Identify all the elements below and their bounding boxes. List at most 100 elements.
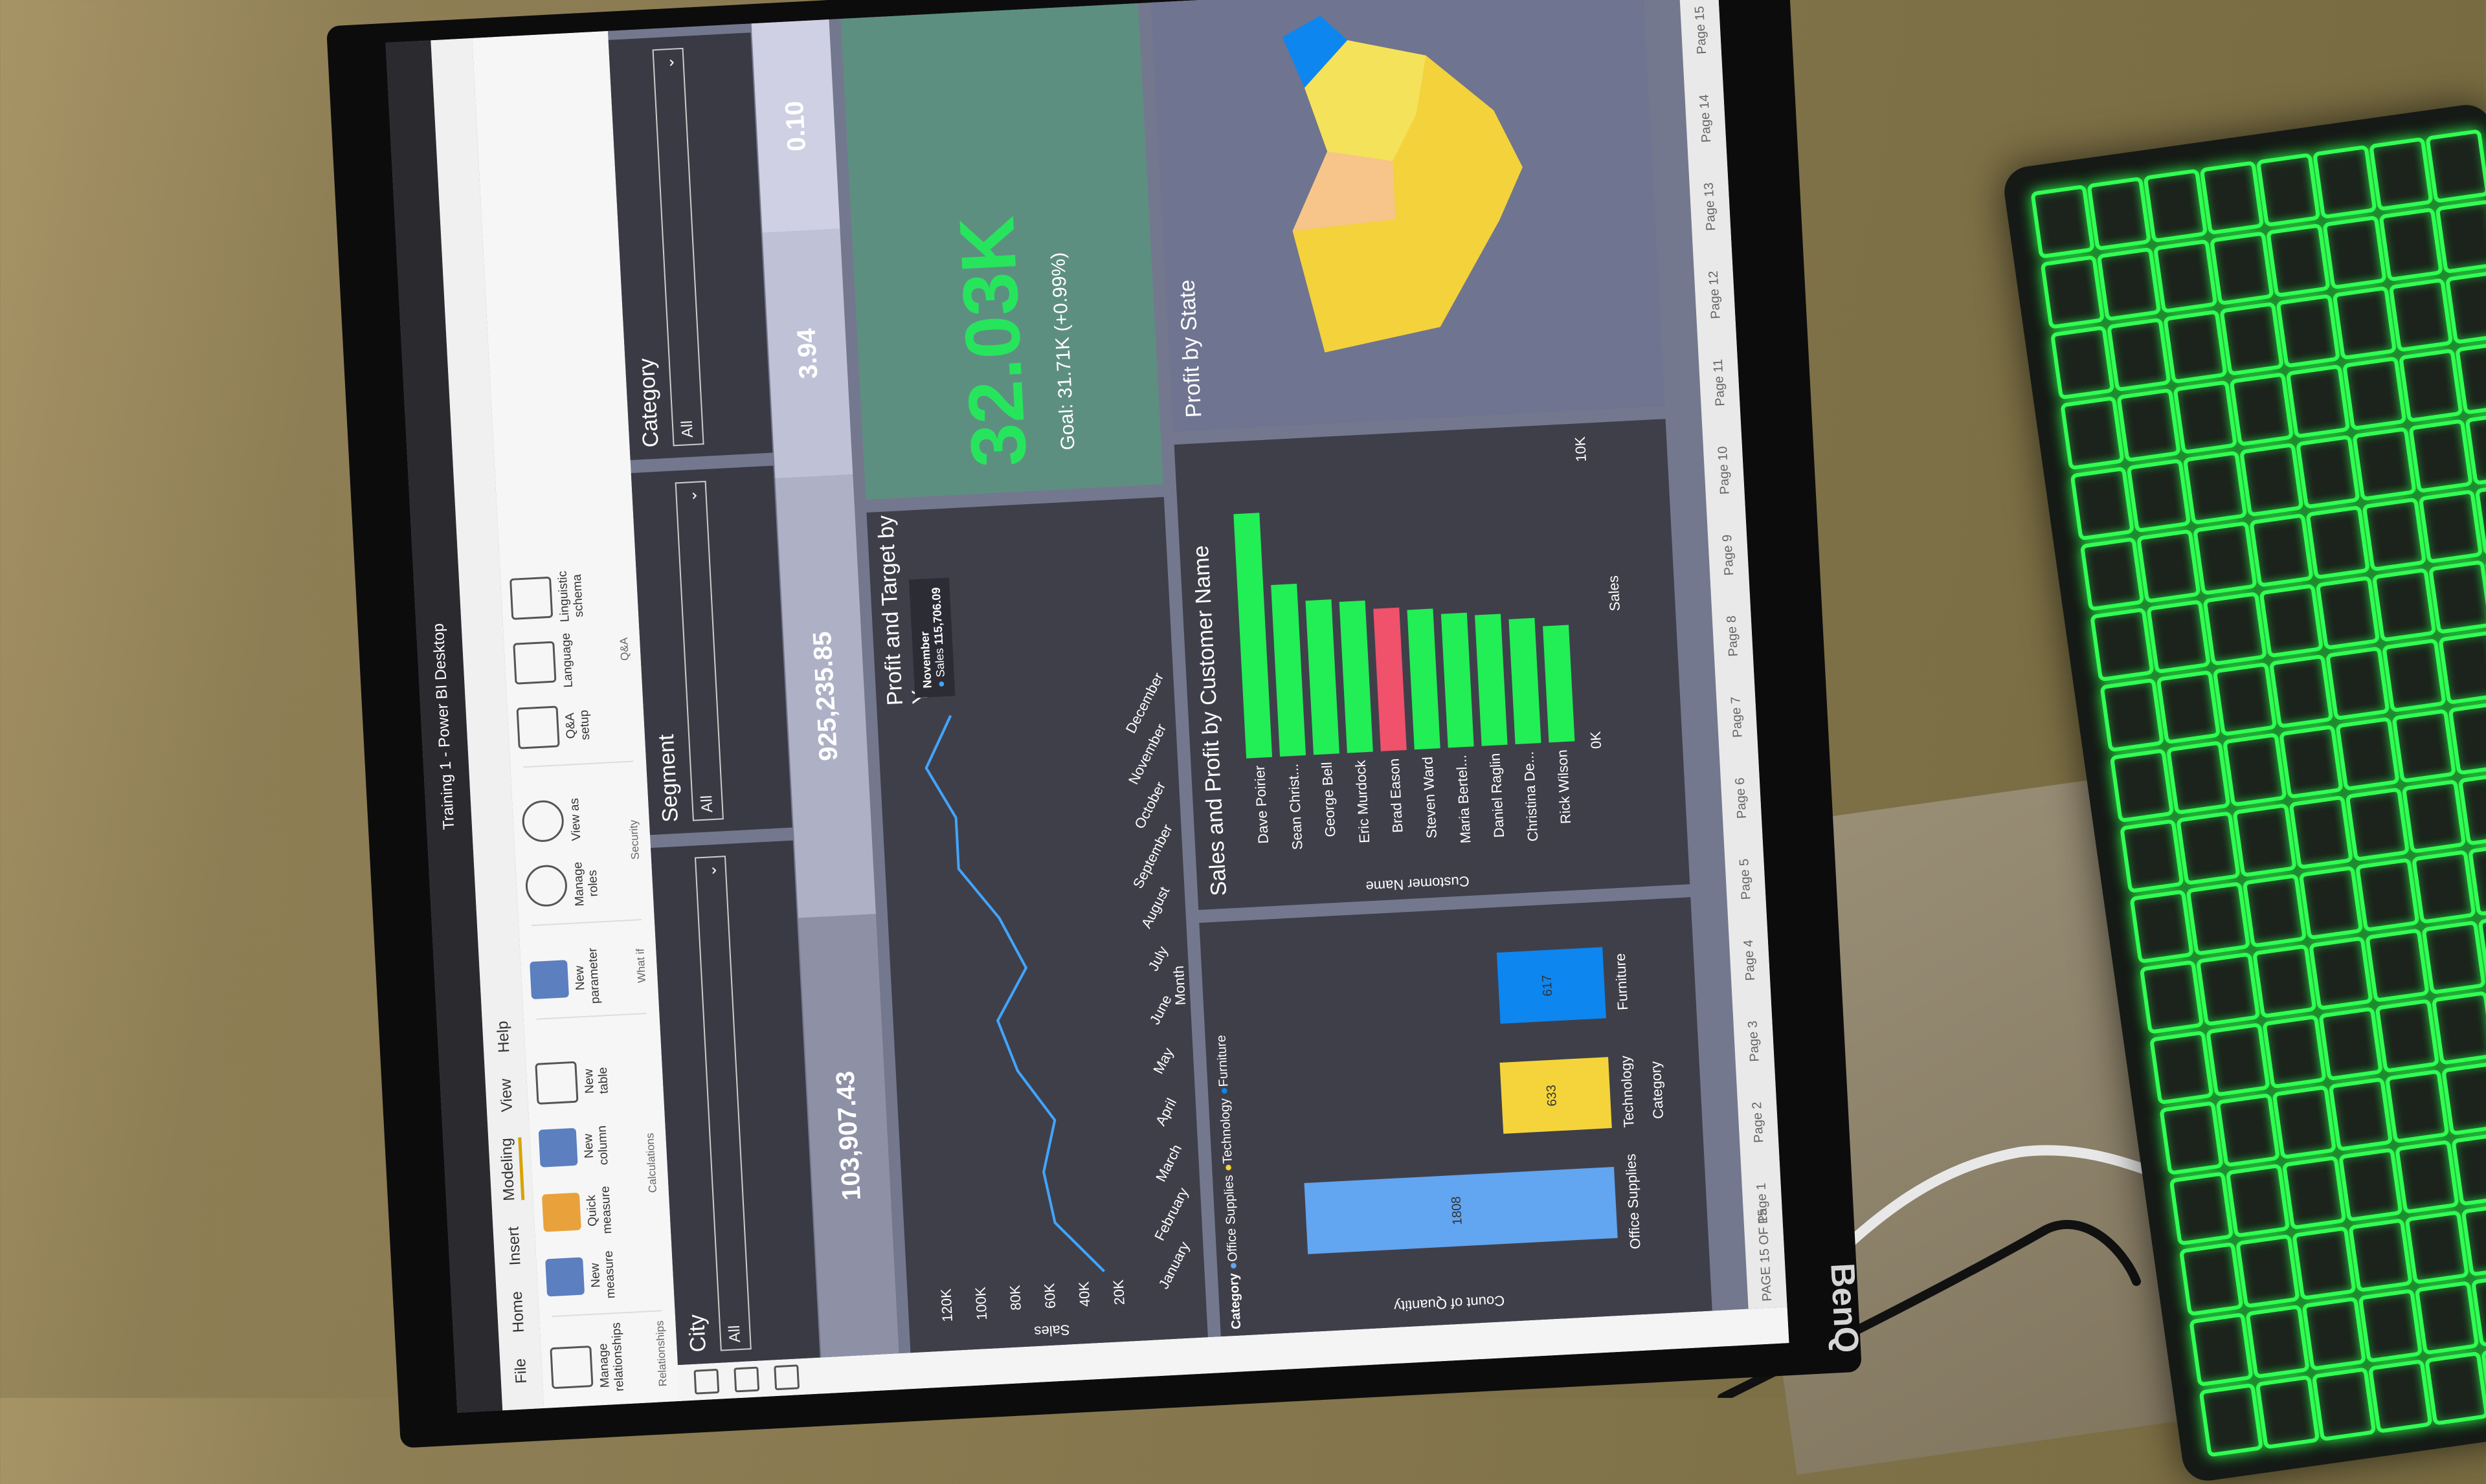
- keyboard-key: [2096, 247, 2162, 322]
- customer-bar: [1407, 608, 1440, 750]
- tab-home[interactable]: Home: [508, 1290, 528, 1333]
- column-data-label: 617: [1540, 975, 1556, 997]
- manage-roles-button[interactable]: Manage roles: [524, 854, 644, 913]
- view-as-label: View as: [567, 797, 584, 841]
- customer-name-label: Dave Poirier: [1251, 765, 1271, 844]
- page-tab[interactable]: Page 13: [1701, 183, 1719, 232]
- keyboard-key: [2301, 1296, 2367, 1371]
- page-tab[interactable]: Page 10: [1715, 446, 1732, 495]
- keyboard-key: [2285, 364, 2351, 439]
- keyboard-key: [2401, 779, 2467, 854]
- customer-name-label: Christina De...: [1520, 751, 1541, 842]
- page-tab[interactable]: Page 8: [1724, 615, 1741, 657]
- page-tab[interactable]: Page 9: [1720, 534, 1737, 575]
- sales-line: [924, 714, 1106, 1272]
- column-chart: 1808 Office Supplies 633 Technology 617 Furni…: [1304, 947, 1667, 1314]
- language-button[interactable]: Language: [513, 631, 632, 690]
- customer-bar: [1440, 612, 1474, 748]
- customer-name-label: Eric Murdock: [1352, 759, 1372, 843]
- page-tab[interactable]: Page 2: [1749, 1102, 1766, 1143]
- page-tab[interactable]: Page 6: [1732, 777, 1749, 819]
- quick-measure-button[interactable]: Quick measure: [541, 1180, 660, 1239]
- keyboard-key: [2379, 207, 2444, 282]
- x-tick-label: January: [1156, 1239, 1193, 1291]
- keyboard-key: [2395, 1139, 2459, 1214]
- linguistic-schema-button[interactable]: Linguistic schema: [510, 567, 629, 626]
- tab-view[interactable]: View: [497, 1078, 517, 1113]
- keyboard-key: [2199, 161, 2265, 236]
- monitor-screen: Training 1 - Power BI Desktop File Home …: [385, 0, 1789, 1413]
- gauge-goal: Goal: 31.71K (+0.99%): [1047, 252, 1079, 451]
- qa-icon: [516, 705, 560, 749]
- x-tick-label: February: [1151, 1185, 1191, 1243]
- x-tick-label: July: [1145, 944, 1171, 973]
- keyboard-key: [2129, 889, 2194, 964]
- page-tab[interactable]: Page 11: [1710, 359, 1728, 406]
- page-tab[interactable]: Page 4: [1741, 939, 1758, 980]
- page-tab[interactable]: Page 7: [1729, 696, 1745, 738]
- keyboard-key: [2332, 285, 2397, 360]
- view-as-button[interactable]: View as: [521, 790, 640, 848]
- keyboard-key: [2335, 716, 2400, 792]
- keyboard-key: [2262, 1014, 2327, 1089]
- table-icon: [535, 1061, 579, 1105]
- model-view-icon[interactable]: [774, 1364, 800, 1391]
- group-security: Manage roles View as Security: [520, 771, 644, 913]
- keyboard-key: [2318, 1006, 2383, 1081]
- x-tick-label: June: [1147, 992, 1175, 1027]
- y-tick-label: 120K: [937, 1288, 956, 1322]
- page-status: PAGE 15 OF 15: [1755, 1208, 1775, 1302]
- new-table-button[interactable]: New table: [535, 1052, 654, 1111]
- keyboard-key: [2421, 920, 2486, 995]
- keyboard-key: [2435, 199, 2486, 274]
- slicer-category-value: All: [678, 419, 697, 438]
- slicer-segment[interactable]: Segment All ⌄: [631, 465, 792, 836]
- y-tick-label: 80K: [1007, 1285, 1024, 1311]
- slicer-city-value: All: [725, 1325, 745, 1344]
- keyboard-key: [2106, 317, 2171, 392]
- new-parameter-label: New parameter: [572, 947, 603, 1004]
- manage-relationships-label: Manage relationships: [596, 1322, 627, 1392]
- new-parameter-button[interactable]: New parameter: [529, 947, 648, 1007]
- keyboard-key: [2289, 795, 2354, 870]
- report-view-icon[interactable]: [693, 1368, 720, 1395]
- customer-bar: [1543, 625, 1575, 743]
- customer-name-label: Daniel Raglin: [1486, 753, 1507, 838]
- keyboard-key: [2268, 654, 2334, 729]
- quick-measure-label: Quick measure: [585, 1186, 615, 1234]
- page-tab[interactable]: Page 15: [1692, 6, 1710, 55]
- new-column-button[interactable]: New column: [538, 1116, 657, 1175]
- keyboard-key: [2232, 803, 2297, 878]
- linguistic-schema-label: Linguistic schema: [555, 570, 587, 623]
- new-measure-button[interactable]: New measure: [545, 1245, 664, 1304]
- manage-relationships-button[interactable]: Manage relationships: [550, 1322, 669, 1395]
- page-tab[interactable]: Page 14: [1697, 94, 1714, 143]
- keyboard-key: [2225, 1163, 2290, 1238]
- data-view-icon[interactable]: [733, 1366, 760, 1393]
- chevron-down-icon: ⌄: [659, 56, 678, 70]
- slicer-segment-dropdown[interactable]: All ⌄: [675, 480, 724, 821]
- x-axis-label: Category: [1648, 1061, 1667, 1119]
- tab-modeling[interactable]: Modeling: [497, 1137, 524, 1202]
- customer-name-label: Brad Eason: [1385, 758, 1405, 833]
- keyboard-key: [2266, 223, 2331, 298]
- tab-file[interactable]: File: [511, 1358, 531, 1384]
- tab-help[interactable]: Help: [494, 1021, 514, 1054]
- map-region-central: [1292, 151, 1396, 231]
- qa-setup-label: Q&A setup: [563, 709, 593, 740]
- page-tab[interactable]: Page 12: [1706, 271, 1723, 320]
- y-tick-label: 100K: [972, 1286, 991, 1320]
- slicer-category[interactable]: Category All ⌄: [608, 32, 773, 460]
- x-tick-label: 0K: [1587, 731, 1604, 749]
- keyboard-key: [2193, 521, 2257, 596]
- keyboard-key: [2199, 1382, 2264, 1457]
- slicer-city[interactable]: City All ⌄: [651, 840, 820, 1366]
- new-column-label: New column: [581, 1125, 611, 1166]
- keyboard-key: [2229, 371, 2294, 447]
- tab-insert[interactable]: Insert: [504, 1226, 524, 1266]
- qa-setup-button[interactable]: Q&A setup: [516, 696, 635, 755]
- page-tab[interactable]: Page 5: [1737, 858, 1754, 900]
- keyboard-key: [2259, 583, 2324, 658]
- keyboard-key: [2256, 152, 2321, 227]
- page-tab[interactable]: Page 3: [1745, 1021, 1762, 1062]
